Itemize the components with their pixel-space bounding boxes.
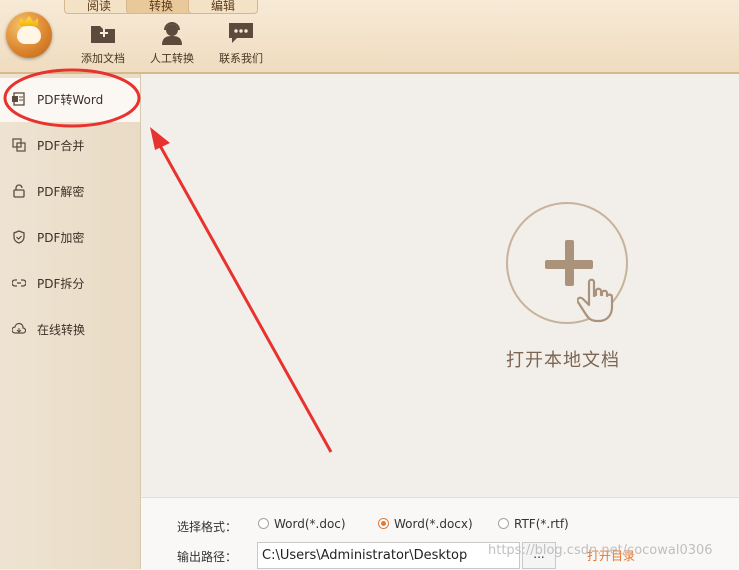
format-option-label[interactable]: Word(*.docx) [394, 517, 473, 531]
sidebar-item-online-convert[interactable]: 在线转换 [0, 308, 140, 352]
plus-icon-bar [545, 260, 593, 269]
sidebar-item-label: PDF拆分 [37, 277, 85, 291]
tab-convert[interactable]: 转换 [126, 0, 196, 14]
output-path-label: 输出路径： [177, 550, 238, 564]
contact-us-button[interactable]: 联系我们 [210, 20, 272, 68]
sidebar-item-pdf-merge[interactable]: PDF合并 [0, 124, 140, 168]
format-radio-rtf[interactable] [498, 518, 509, 529]
format-radio-doc[interactable] [258, 518, 269, 529]
sidebar-item-label: PDF解密 [37, 185, 85, 199]
merge-icon [12, 138, 26, 152]
hand-pointer-icon [577, 278, 614, 323]
contact-us-label: 联系我们 [219, 52, 263, 65]
add-document-button[interactable]: 添加文档 [72, 20, 134, 68]
tab-read[interactable]: 阅读 [64, 0, 134, 14]
sidebar-item-label: PDF合并 [37, 139, 85, 153]
format-radio-docx[interactable] [378, 518, 389, 529]
watermark-text: https://blog.csdn.net/cocowal0306 [488, 543, 713, 558]
drop-area[interactable] [141, 74, 739, 496]
mascot-icon [17, 26, 41, 44]
format-option-label[interactable]: RTF(*.rtf) [514, 517, 569, 531]
format-label: 选择格式： [177, 520, 238, 534]
add-document-label: 添加文档 [81, 52, 125, 65]
open-local-label[interactable]: 打开本地文档 [506, 346, 620, 372]
unlock-icon [13, 184, 25, 198]
sidebar-item-pdf-encrypt[interactable]: PDF加密 [0, 216, 140, 260]
split-icon [12, 279, 26, 287]
shield-icon [13, 230, 25, 244]
app-logo[interactable] [6, 12, 52, 58]
sidebar-item-pdf-decrypt[interactable]: PDF解密 [0, 170, 140, 214]
word-doc-icon [12, 92, 25, 106]
sidebar-item-label: PDF加密 [37, 231, 85, 245]
tab-edit[interactable]: 编辑 [188, 0, 258, 14]
folder-add-icon [91, 26, 115, 43]
manual-convert-label: 人工转换 [150, 52, 194, 65]
output-path-input[interactable]: C:\Users\Administrator\Desktop [257, 542, 520, 569]
manual-convert-button[interactable]: 人工转换 [141, 20, 203, 68]
headset-person-icon [162, 22, 182, 45]
sidebar-item-pdf-split[interactable]: PDF拆分 [0, 262, 140, 306]
sidebar-item-label: PDF转Word [37, 93, 104, 107]
format-option-label[interactable]: Word(*.doc) [274, 517, 346, 531]
sidebar-item-label: 在线转换 [37, 323, 86, 337]
cloud-icon [12, 322, 26, 334]
sidebar-item-pdf-to-word[interactable]: PDF转Word [0, 78, 140, 122]
chat-bubble-icon [229, 23, 253, 43]
crown-icon [20, 16, 38, 26]
